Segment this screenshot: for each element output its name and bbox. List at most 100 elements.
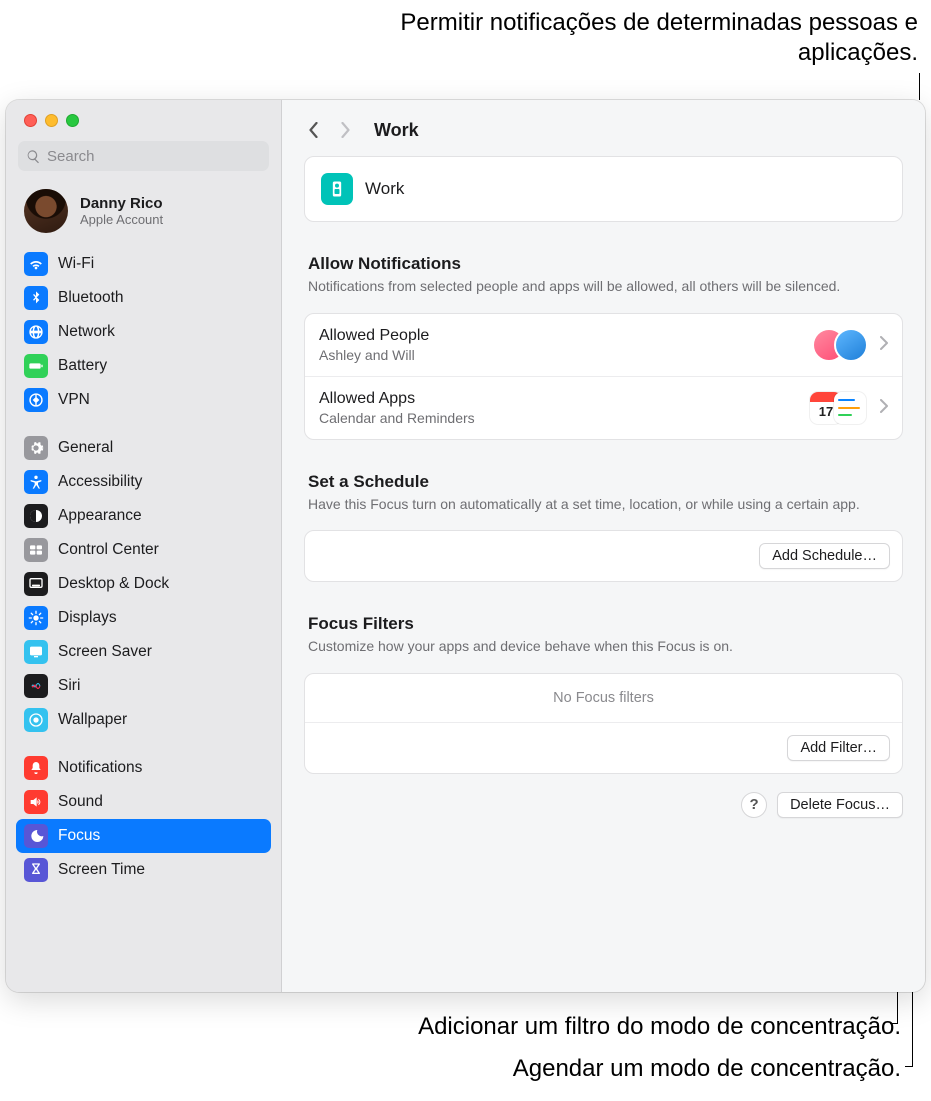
footer-actions: ? Delete Focus…: [304, 792, 903, 818]
breadcrumb: Work: [304, 110, 903, 150]
sidebar-item-screen-time[interactable]: Screen Time: [16, 853, 271, 887]
sidebar-item-siri[interactable]: Siri: [16, 669, 271, 703]
wifi-icon: [24, 252, 48, 276]
focus-header-card: Work: [304, 156, 903, 222]
account-name: Danny Rico: [80, 195, 163, 212]
sidebar-item-network[interactable]: Network: [16, 315, 271, 349]
sidebar-item-general[interactable]: General: [16, 431, 271, 465]
allowed-people-row[interactable]: Allowed People Ashley and Will: [305, 314, 902, 376]
sidebar-item-screen-saver[interactable]: Screen Saver: [16, 635, 271, 669]
allow-heading: Allow Notifications: [304, 254, 903, 274]
leader-line: [919, 73, 920, 100]
delete-focus-button[interactable]: Delete Focus…: [777, 792, 903, 818]
sidebar-item-label: Wi-Fi: [58, 255, 94, 273]
filters-desc: Customize how your apps and device behav…: [304, 634, 903, 667]
allowed-apps-sub: Calendar and Reminders: [319, 410, 798, 426]
callout-add-schedule: Agendar um modo de concentração.: [201, 1054, 901, 1084]
sidebar-item-label: Bluetooth: [58, 289, 124, 307]
callout-add-filter: Adicionar um filtro do modo de concentra…: [201, 1012, 901, 1042]
globe-icon: [24, 320, 48, 344]
appear-icon: [24, 504, 48, 528]
sidebar-item-label: Desktop & Dock: [58, 575, 169, 593]
sidebar-item-desktop-dock[interactable]: Desktop & Dock: [16, 567, 271, 601]
allowed-apps-preview: [810, 389, 868, 427]
allow-notifications-section: Allow Notifications Notifications from s…: [304, 254, 903, 440]
siri-icon: [24, 674, 48, 698]
sidebar-item-label: Sound: [58, 793, 103, 811]
sidebar: Search Danny Rico Apple Account Wi-Fi Blu…: [6, 100, 282, 992]
apple-account[interactable]: Danny Rico Apple Account: [6, 179, 281, 247]
sidebar-item-accessibility[interactable]: Accessibility: [16, 465, 271, 499]
disp-icon: [24, 606, 48, 630]
sidebar-item-label: Screen Saver: [58, 643, 152, 661]
reminders-app-icon: [834, 392, 866, 424]
sidebar-item-label: Notifications: [58, 759, 142, 777]
sidebar-item-label: General: [58, 439, 113, 457]
filters-heading: Focus Filters: [304, 614, 903, 634]
search-placeholder: Search: [47, 148, 95, 165]
bell-icon: [24, 756, 48, 780]
page-title: Work: [374, 120, 419, 141]
gear-icon: [24, 436, 48, 460]
sidebar-item-bluetooth[interactable]: Bluetooth: [16, 281, 271, 315]
schedule-section: Set a Schedule Have this Focus turn on a…: [304, 472, 903, 583]
battery-icon: [24, 354, 48, 378]
sidebar-item-sound[interactable]: Sound: [16, 785, 271, 819]
bt-icon: [24, 286, 48, 310]
sidebar-item-label: Battery: [58, 357, 107, 375]
sidebar-item-wi-fi[interactable]: Wi-Fi: [16, 247, 271, 281]
sidebar-item-appearance[interactable]: Appearance: [16, 499, 271, 533]
allowed-apps-title: Allowed Apps: [319, 390, 798, 408]
wall-icon: [24, 708, 48, 732]
sidebar-item-label: Screen Time: [58, 861, 145, 879]
sidebar-item-label: Accessibility: [58, 473, 142, 491]
hour-icon: [24, 858, 48, 882]
minimize-window-button[interactable]: [45, 114, 58, 127]
schedule-desc: Have this Focus turn on automatically at…: [304, 492, 903, 525]
help-button[interactable]: ?: [741, 792, 767, 818]
vpn-icon: [24, 388, 48, 412]
allowed-apps-row[interactable]: Allowed Apps Calendar and Reminders: [305, 376, 902, 439]
nav-forward-button[interactable]: [336, 121, 354, 139]
leader-line: [905, 1066, 913, 1067]
add-filter-button[interactable]: Add Filter…: [787, 735, 890, 761]
allowed-people-title: Allowed People: [319, 327, 800, 345]
sidebar-item-label: Network: [58, 323, 115, 341]
sidebar-item-label: VPN: [58, 391, 90, 409]
search-icon: [26, 149, 41, 164]
sidebar-list: Wi-Fi Bluetooth Network Battery VPN General A…: [6, 247, 281, 984]
focus-filters-section: Focus Filters Customize how your apps an…: [304, 614, 903, 774]
sidebar-item-vpn[interactable]: VPN: [16, 383, 271, 417]
content-pane: Work Work Allow Notifications Notificati…: [282, 100, 925, 992]
fullscreen-window-button[interactable]: [66, 114, 79, 127]
close-window-button[interactable]: [24, 114, 37, 127]
leader-line: [890, 1023, 898, 1024]
sidebar-item-label: Siri: [58, 677, 80, 695]
sidebar-item-label: Appearance: [58, 507, 142, 525]
nav-back-button[interactable]: [304, 121, 322, 139]
sidebar-item-wallpaper[interactable]: Wallpaper: [16, 703, 271, 737]
account-sub: Apple Account: [80, 212, 163, 227]
cc-icon: [24, 538, 48, 562]
settings-window: Search Danny Rico Apple Account Wi-Fi Blu…: [6, 100, 925, 992]
add-schedule-button[interactable]: Add Schedule…: [759, 543, 890, 569]
sidebar-item-label: Wallpaper: [58, 711, 127, 729]
chevron-right-icon: [880, 399, 888, 417]
allowed-people-sub: Ashley and Will: [319, 347, 800, 363]
sound-icon: [24, 790, 48, 814]
allow-desc: Notifications from selected people and a…: [304, 274, 903, 307]
sidebar-item-battery[interactable]: Battery: [16, 349, 271, 383]
allowed-people-preview: [812, 326, 868, 364]
window-controls: [6, 100, 281, 137]
sidebar-item-notifications[interactable]: Notifications: [16, 751, 271, 785]
sidebar-item-label: Control Center: [58, 541, 159, 559]
avatar: [24, 189, 68, 233]
moon-icon: [24, 824, 48, 848]
sidebar-item-displays[interactable]: Displays: [16, 601, 271, 635]
sidebar-item-label: Displays: [58, 609, 117, 627]
focus-name: Work: [365, 179, 404, 199]
search-input[interactable]: Search: [18, 141, 269, 171]
sidebar-item-focus[interactable]: Focus: [16, 819, 271, 853]
callout-allow: Permitir notificações de determinadas pe…: [388, 8, 918, 68]
sidebar-item-control-center[interactable]: Control Center: [16, 533, 271, 567]
